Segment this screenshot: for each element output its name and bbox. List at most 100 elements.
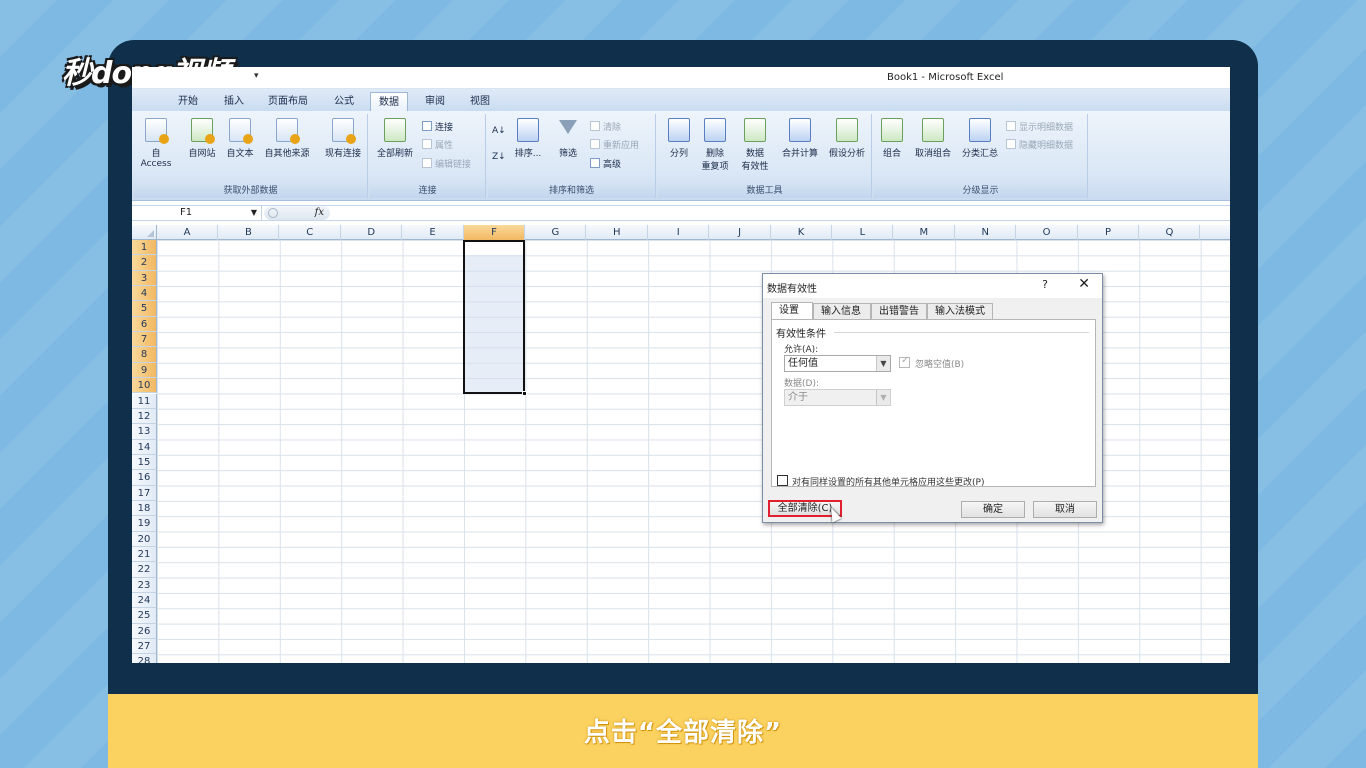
insert-function-button[interactable]: fx <box>315 206 324 220</box>
row-header[interactable]: 12 <box>132 408 157 425</box>
row-header[interactable]: 14 <box>132 439 157 455</box>
hide-detail-button[interactable]: 隐藏明细数据 <box>1006 138 1073 151</box>
allow-select[interactable]: 任何值 ▼ <box>784 355 891 372</box>
data-validation-button[interactable]: 数据 有效性 <box>734 118 776 172</box>
reapply-button[interactable]: 重新应用 <box>590 138 639 151</box>
tab-error-alert[interactable]: 出错警告 <box>871 303 927 320</box>
consolidate-button[interactable]: 合并计算 <box>778 118 822 159</box>
row-header[interactable]: 27 <box>132 639 157 655</box>
row-header[interactable]: 28 <box>132 654 157 663</box>
column-header[interactable]: D <box>341 225 403 240</box>
column-header[interactable]: F <box>464 225 525 240</box>
clear-filter-button[interactable]: 清除 <box>590 120 621 133</box>
column-header[interactable]: B <box>218 225 280 240</box>
tab-page-layout[interactable]: 页面布局 <box>260 92 316 111</box>
sort-button[interactable]: 排序... <box>510 118 546 159</box>
chevron-down-icon[interactable]: ▼ <box>876 390 890 405</box>
column-header[interactable]: L <box>832 225 894 240</box>
row-header[interactable]: 23 <box>132 577 157 594</box>
name-box-dropdown-icon[interactable]: ▼ <box>251 206 257 220</box>
name-box[interactable]: F1 ▼ <box>132 206 262 220</box>
close-icon[interactable]: ✕ <box>1078 276 1090 292</box>
column-header[interactable]: H <box>587 225 648 240</box>
ungroup-button[interactable]: 取消组合 <box>910 118 956 159</box>
row-header[interactable]: 21 <box>132 547 157 563</box>
properties-button[interactable]: 属性 <box>422 138 453 151</box>
group-button[interactable]: 组合 <box>876 118 908 159</box>
row-header[interactable]: 6 <box>132 316 157 333</box>
column-header[interactable]: J <box>710 225 771 240</box>
active-cell[interactable] <box>465 242 523 255</box>
row-header[interactable]: 5 <box>132 301 157 317</box>
ok-button[interactable]: 确定 <box>961 501 1025 518</box>
row-header[interactable]: 19 <box>132 516 157 532</box>
tab-data[interactable]: 数据 <box>370 92 408 111</box>
advanced-filter-button[interactable]: 高级 <box>590 157 621 170</box>
row-header[interactable]: 8 <box>132 347 157 363</box>
apply-all-checkbox[interactable] <box>777 475 788 486</box>
tab-home[interactable]: 开始 <box>170 92 206 111</box>
chevron-down-icon[interactable]: ▼ <box>876 356 890 371</box>
column-header[interactable]: G <box>525 225 587 240</box>
select-all-corner[interactable] <box>132 225 157 240</box>
quick-access-dropdown[interactable]: ▾ <box>254 71 259 81</box>
row-header[interactable]: 20 <box>132 531 157 547</box>
column-header[interactable]: A <box>157 225 218 240</box>
connections-button[interactable]: 连接 <box>422 120 453 133</box>
tab-view[interactable]: 视图 <box>462 92 498 111</box>
column-header[interactable]: Q <box>1139 225 1201 240</box>
column-header[interactable]: E <box>403 225 464 240</box>
from-access-button[interactable]: 自 Access <box>136 118 176 169</box>
from-text-button[interactable]: 自文本 <box>222 118 258 159</box>
fill-handle[interactable] <box>522 391 527 396</box>
row-header[interactable]: 4 <box>132 286 157 302</box>
column-header[interactable]: P <box>1078 225 1139 240</box>
refresh-all-button[interactable]: 全部刷新 <box>372 118 418 159</box>
filter-button[interactable]: 筛选 <box>552 118 584 159</box>
row-header[interactable]: 18 <box>132 500 157 517</box>
column-header[interactable]: K <box>771 225 832 240</box>
row-header[interactable]: 16 <box>132 470 157 486</box>
from-web-button[interactable]: 自网站 <box>184 118 220 159</box>
row-header[interactable]: 25 <box>132 608 157 624</box>
cancel-button[interactable]: 取消 <box>1033 501 1097 518</box>
row-header[interactable]: 13 <box>132 424 157 440</box>
tab-input-message[interactable]: 输入信息 <box>813 303 871 320</box>
row-header[interactable]: 15 <box>132 454 157 471</box>
column-header[interactable]: O <box>1017 225 1078 240</box>
data-select[interactable]: 介于 ▼ <box>784 389 891 406</box>
row-header[interactable]: 2 <box>132 255 157 271</box>
what-if-analysis-button[interactable]: 假设分析 <box>824 118 870 159</box>
remove-duplicates-button[interactable]: 删除 重复项 <box>698 118 732 172</box>
row-header[interactable]: 10 <box>132 378 157 394</box>
sort-ascending-button[interactable]: A↓ <box>492 126 506 136</box>
help-button[interactable]: ? <box>1042 278 1048 291</box>
tab-review[interactable]: 审阅 <box>417 92 453 111</box>
row-header[interactable]: 17 <box>132 485 157 501</box>
sort-descending-button[interactable]: Z↓ <box>492 152 506 162</box>
row-header[interactable]: 1 <box>132 240 157 256</box>
tab-ime-mode[interactable]: 输入法模式 <box>927 303 993 320</box>
row-header[interactable]: 11 <box>132 393 157 409</box>
subtotal-button[interactable]: 分类汇总 <box>958 118 1002 159</box>
expand-icon[interactable] <box>268 208 278 218</box>
row-header[interactable]: 26 <box>132 623 157 640</box>
column-header[interactable]: C <box>280 225 341 240</box>
tab-formulas[interactable]: 公式 <box>326 92 362 111</box>
show-detail-button[interactable]: 显示明细数据 <box>1006 120 1073 133</box>
row-header[interactable]: 24 <box>132 593 157 609</box>
selected-range[interactable] <box>463 240 527 396</box>
row-header[interactable]: 9 <box>132 362 157 379</box>
edit-links-button[interactable]: 编辑链接 <box>422 157 471 170</box>
tab-settings[interactable]: 设置 <box>771 302 813 320</box>
row-header[interactable]: 7 <box>132 332 157 348</box>
row-header[interactable]: 22 <box>132 562 157 578</box>
row-header[interactable]: 3 <box>132 270 157 287</box>
column-header[interactable]: N <box>955 225 1017 240</box>
from-other-sources-button[interactable]: 自其他来源 <box>260 118 314 159</box>
text-to-columns-button[interactable]: 分列 <box>662 118 696 159</box>
column-header[interactable]: I <box>648 225 710 240</box>
formula-input[interactable] <box>332 206 1230 220</box>
ignore-blank-checkbox[interactable] <box>899 355 910 368</box>
tab-insert[interactable]: 插入 <box>216 92 252 111</box>
